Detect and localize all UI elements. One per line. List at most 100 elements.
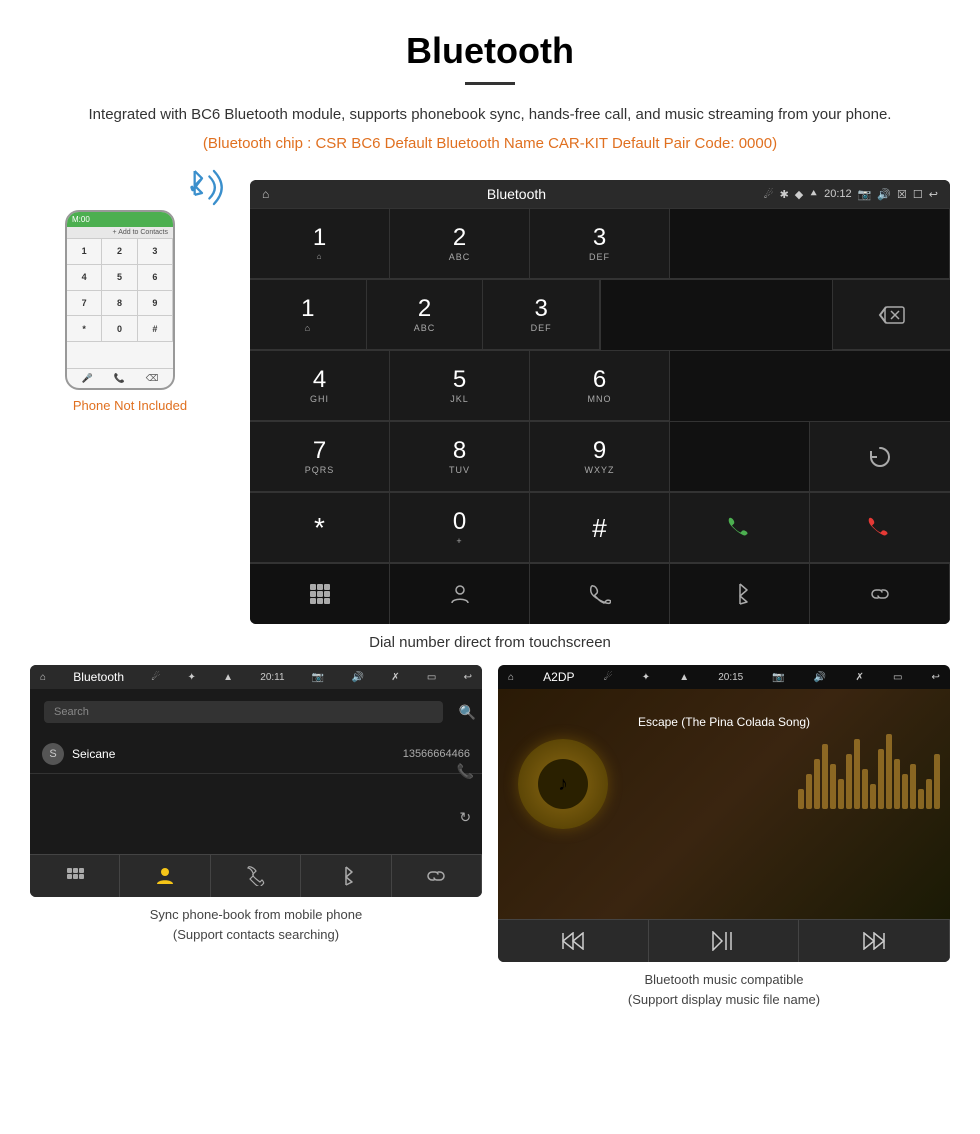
act-contacts[interactable] (390, 564, 530, 624)
music-status-bar: ⌂ A2DP ☄ ✦ ▲ 20:15 📷 🔊 ✗ ▭ ↩ (498, 665, 950, 689)
header-divider (465, 82, 515, 85)
pb-btn-bluetooth[interactable] (301, 855, 391, 897)
pb-side-refresh-icon[interactable]: ↻ (459, 809, 471, 826)
pb-back[interactable]: ↩ (464, 672, 472, 683)
key-refresh[interactable] (810, 422, 950, 492)
eq-bar-3 (814, 759, 820, 809)
eq-bar-6 (838, 779, 844, 809)
phone-key-2[interactable]: 2 (102, 239, 137, 265)
eq-bar-14 (902, 774, 908, 809)
eq-bar-17 (926, 779, 932, 809)
pb-btn-grid[interactable] (30, 855, 120, 897)
key-9[interactable]: 9WXYZ (530, 422, 670, 492)
phone-key-star[interactable]: * (67, 316, 102, 342)
key-2[interactable]: 2ABC (367, 280, 484, 350)
search-icon[interactable]: 🔍 (459, 704, 476, 721)
phone-key-5[interactable]: 5 (102, 265, 137, 291)
music-info: Escape (The Pina Colada Song) (514, 705, 934, 729)
music-close[interactable]: ✗ (855, 672, 863, 683)
pb-search-placeholder: Search (54, 706, 89, 718)
prev-icon (562, 932, 584, 950)
phone-bottom-icons: 🎤 📞 ⌫ (67, 368, 173, 388)
pb-home-icon[interactable]: ⌂ (40, 672, 46, 683)
volume-icon: 🔊 (877, 188, 891, 201)
phone-key-9[interactable]: 9 (138, 291, 173, 317)
key-1[interactable]: 1⌂ (250, 280, 367, 350)
music-home-icon[interactable]: ⌂ (508, 672, 514, 683)
pb-bluetooth-icon (338, 866, 354, 886)
dial-row-b: 4GHI 5JKL 6MNO (250, 351, 950, 422)
pb-side-call-icon[interactable]: 📞 (457, 763, 474, 780)
music-back[interactable]: ↩ (932, 672, 940, 683)
music-album-inner: ♪ (538, 759, 588, 809)
act-grid[interactable] (250, 564, 390, 624)
pb-caption: Sync phone-book from mobile phone (Suppo… (150, 905, 362, 944)
key-8[interactable]: 8TUV (390, 422, 530, 492)
main-section: ✓ M:00 + Add to Contacts 1 2 3 4 5 (0, 162, 980, 624)
music-prev[interactable] (498, 920, 649, 962)
music-next[interactable] (799, 920, 950, 962)
phone-key-3[interactable]: 3 (138, 239, 173, 265)
phone-top-bar: M:00 (67, 212, 173, 227)
link-icon (869, 583, 891, 605)
phone-key-6[interactable]: 6 (138, 265, 173, 291)
act-link[interactable] (810, 564, 950, 624)
pb-close[interactable]: ✗ (391, 672, 399, 683)
pb-status-bar: ⌂ Bluetooth ☄ ✦ ▲ 20:11 📷 🔊 ✗ ▭ ↩ (30, 665, 482, 689)
phone-bar-left: M:00 (72, 215, 90, 224)
eq-bar-1 (798, 789, 804, 809)
phone-key-7[interactable]: 7 (67, 291, 102, 317)
pb-btn-phone[interactable] (211, 855, 301, 897)
phone-key-4[interactable]: 4 (67, 265, 102, 291)
phone-key-1[interactable]: 1 (67, 239, 102, 265)
phone-key-8[interactable]: 8 (102, 291, 137, 317)
phone-key-hash[interactable]: # (138, 316, 173, 342)
dial-row-1: 1⌂ 2ABC 3DEF (250, 208, 950, 279)
bluetooth-icon: ✱ (780, 188, 789, 201)
dial-key-1[interactable]: 1⌂ (250, 209, 390, 279)
music-play-pause[interactable] (649, 920, 800, 962)
backspace-icon (878, 305, 906, 325)
pb-search-box[interactable]: Search (44, 701, 443, 723)
eq-bar-8 (854, 739, 860, 809)
key-0[interactable]: 0+ (390, 493, 530, 563)
pb-btn-person[interactable] (120, 855, 210, 897)
phone-key-0[interactable]: 0 (102, 316, 137, 342)
phone-mockup: ✓ M:00 + Add to Contacts 1 2 3 4 5 (65, 190, 195, 390)
back-icon[interactable]: ↩ (929, 188, 938, 201)
dial-key-3[interactable]: 3DEF (530, 209, 670, 279)
key-star[interactable]: * (250, 493, 390, 563)
key-3[interactable]: 3DEF (483, 280, 600, 350)
display-area (600, 280, 833, 350)
act-bluetooth[interactable] (670, 564, 810, 624)
key-6[interactable]: 6MNO (530, 351, 670, 421)
status-right-icons: ☄ ✱ ◆ ⯅ 20:12 📷 🔊 ☒ ☐ ↩ (764, 188, 938, 201)
key-7[interactable]: 7PQRS (250, 422, 390, 492)
key-call[interactable] (670, 493, 810, 563)
music-win: ▭ (893, 672, 902, 683)
close-icon[interactable]: ☒ (897, 188, 907, 201)
dialpad-full: 1⌂ 2ABC 3DEF 4GHI 5JKL 6M (250, 279, 950, 564)
pb-side-icons: 📞 ↻ (457, 735, 474, 854)
dial-key-2[interactable]: 2ABC (390, 209, 530, 279)
phone-add-contact: + Add to Contacts (67, 227, 173, 238)
key-hangup[interactable] (810, 493, 950, 563)
key-4[interactable]: 4GHI (250, 351, 390, 421)
music-controls-bar (498, 919, 950, 962)
pb-caption-line1: Sync phone-book from mobile phone (150, 907, 362, 922)
phone-body: M:00 + Add to Contacts 1 2 3 4 5 6 7 8 9… (65, 210, 175, 390)
header-specs: (Bluetooth chip : CSR BC6 Default Blueto… (60, 135, 920, 152)
key-hash[interactable]: # (530, 493, 670, 563)
eq-bar-4 (822, 744, 828, 809)
eq-bar-2 (806, 774, 812, 809)
music-bt-icon: ✦ (642, 672, 650, 683)
pb-btn-link[interactable] (392, 855, 482, 897)
key-delete[interactable] (833, 280, 950, 350)
act-call-log[interactable] (530, 564, 670, 624)
eq-bar-12 (886, 734, 892, 809)
empty-c (670, 422, 810, 492)
home-icon[interactable]: ⌂ (262, 187, 269, 201)
pb-contact-row-s[interactable]: S Seicane 13566664466 (30, 735, 482, 774)
key-5[interactable]: 5JKL (390, 351, 530, 421)
phonebook-display: ⌂ Bluetooth ☄ ✦ ▲ 20:11 📷 🔊 ✗ ▭ ↩ Search… (30, 665, 482, 897)
